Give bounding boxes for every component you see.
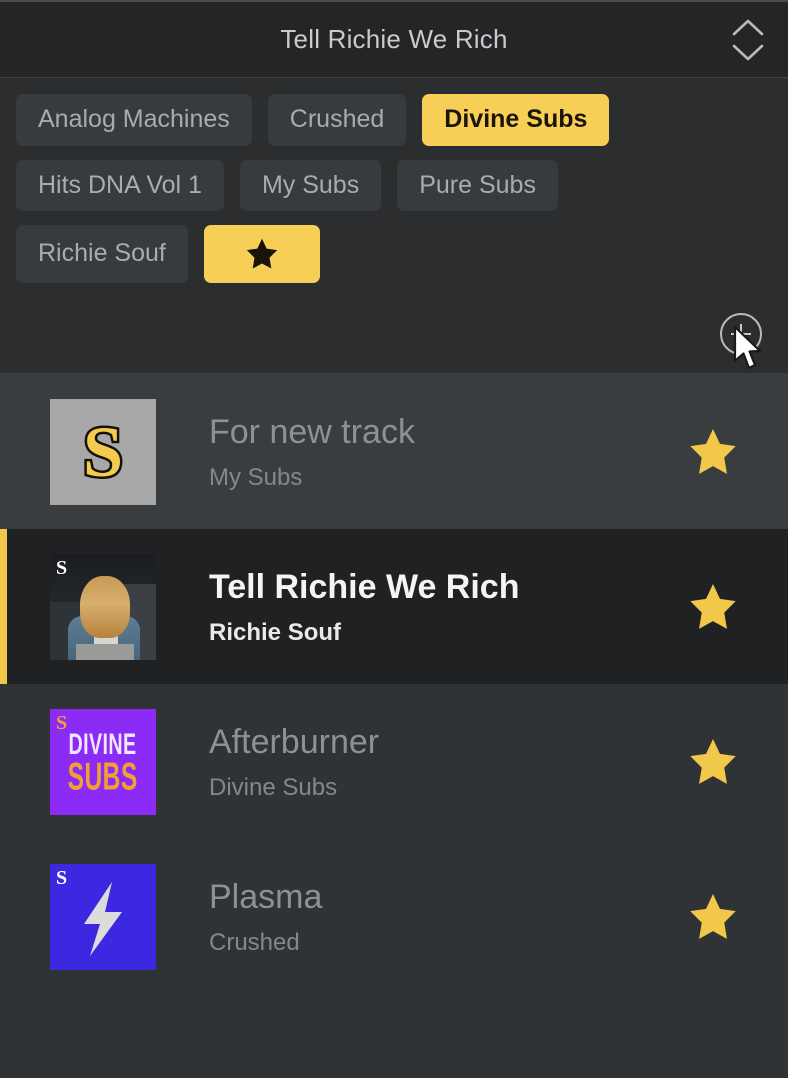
artwork-photo-detail	[76, 643, 134, 660]
track-row-afterburner[interactable]: S DIVINE SUBS Afterburner Divine Subs	[0, 684, 788, 839]
tag-richie-souf[interactable]: Richie Souf	[16, 225, 188, 283]
page-title: Tell Richie We Rich	[280, 24, 508, 54]
track-subtitle: Richie Souf	[209, 618, 342, 646]
chevron-down-icon[interactable]	[731, 43, 765, 63]
track-row-tell-richie-we-rich[interactable]: S Tell Richie We Rich Richie Souf	[0, 529, 788, 684]
track-meta: Plasma Crushed	[156, 877, 638, 957]
tag-analog-machines[interactable]: Analog Machines	[16, 94, 252, 146]
star-icon	[685, 580, 741, 634]
track-subtitle: My Subs	[209, 463, 303, 491]
star-icon	[685, 735, 741, 789]
add-tag-button[interactable]	[720, 313, 762, 355]
favorite-star-button[interactable]	[638, 735, 788, 789]
favorite-star-button[interactable]	[638, 425, 788, 479]
tag-my-subs[interactable]: My Subs	[239, 159, 382, 211]
tag-crushed[interactable]: Crushed	[267, 94, 407, 146]
star-icon	[685, 425, 741, 479]
tag-row: Richie Souf	[16, 225, 772, 283]
track-title: Tell Richie We Rich	[209, 567, 520, 606]
selected-row-accent-bar	[0, 529, 7, 684]
tag-pure-subs[interactable]: Pure Subs	[397, 159, 558, 211]
track-list[interactable]: S For new track My Subs S Tell Richie We…	[0, 373, 788, 1078]
track-stepper[interactable]	[726, 13, 770, 67]
track-title: Plasma	[209, 877, 323, 916]
track-row-plasma[interactable]: S Plasma Crushed	[0, 839, 788, 994]
track-thumbnail: S	[50, 553, 156, 660]
track-row-for-new-track[interactable]: S For new track My Subs	[0, 374, 788, 529]
artwork-text: DIVINE SUBS	[50, 727, 156, 798]
window-header: Tell Richie We Rich	[0, 2, 788, 78]
artwork-text-line-2: SUBS	[67, 755, 138, 799]
artwork-photo-detail	[80, 575, 130, 638]
tag-divine-subs[interactable]: Divine Subs	[422, 94, 610, 146]
tag-rows: Analog Machines Crushed Divine Subs Hits…	[16, 94, 772, 283]
track-browser-window: Tell Richie We Rich Analog Machines Crus…	[0, 0, 788, 1078]
track-thumbnail: S	[50, 398, 156, 505]
tag-row: Hits DNA Vol 1 My Subs Pure Subs	[16, 159, 772, 211]
plus-circle-icon-vertical	[739, 324, 743, 344]
track-thumbnail: S	[50, 863, 156, 970]
track-subtitle: Divine Subs	[209, 773, 338, 801]
track-title: For new track	[209, 412, 415, 451]
star-icon	[243, 236, 281, 272]
star-icon	[685, 890, 741, 944]
tag-favorites-filter[interactable]	[203, 225, 320, 283]
favorite-star-button[interactable]	[638, 890, 788, 944]
track-subtitle: Crushed	[209, 928, 300, 956]
lightning-bolt-icon	[50, 864, 156, 970]
track-thumbnail: S DIVINE SUBS	[50, 708, 156, 815]
track-meta: Afterburner Divine Subs	[156, 722, 638, 802]
track-meta: Tell Richie We Rich Richie Souf	[156, 567, 638, 647]
track-title: Afterburner	[209, 722, 380, 761]
splice-s-logo-icon: S	[56, 711, 68, 734]
tag-filter-panel: Analog Machines Crushed Divine Subs Hits…	[0, 78, 788, 373]
tag-row: Analog Machines Crushed Divine Subs	[16, 94, 772, 146]
favorite-star-button[interactable]	[638, 580, 788, 634]
track-meta: For new track My Subs	[156, 412, 638, 492]
splice-s-logo-icon: S	[80, 411, 125, 492]
chevron-up-icon[interactable]	[731, 17, 765, 37]
splice-s-logo-icon: S	[56, 556, 68, 579]
tag-hits-dna-vol-1[interactable]: Hits DNA Vol 1	[16, 159, 224, 211]
